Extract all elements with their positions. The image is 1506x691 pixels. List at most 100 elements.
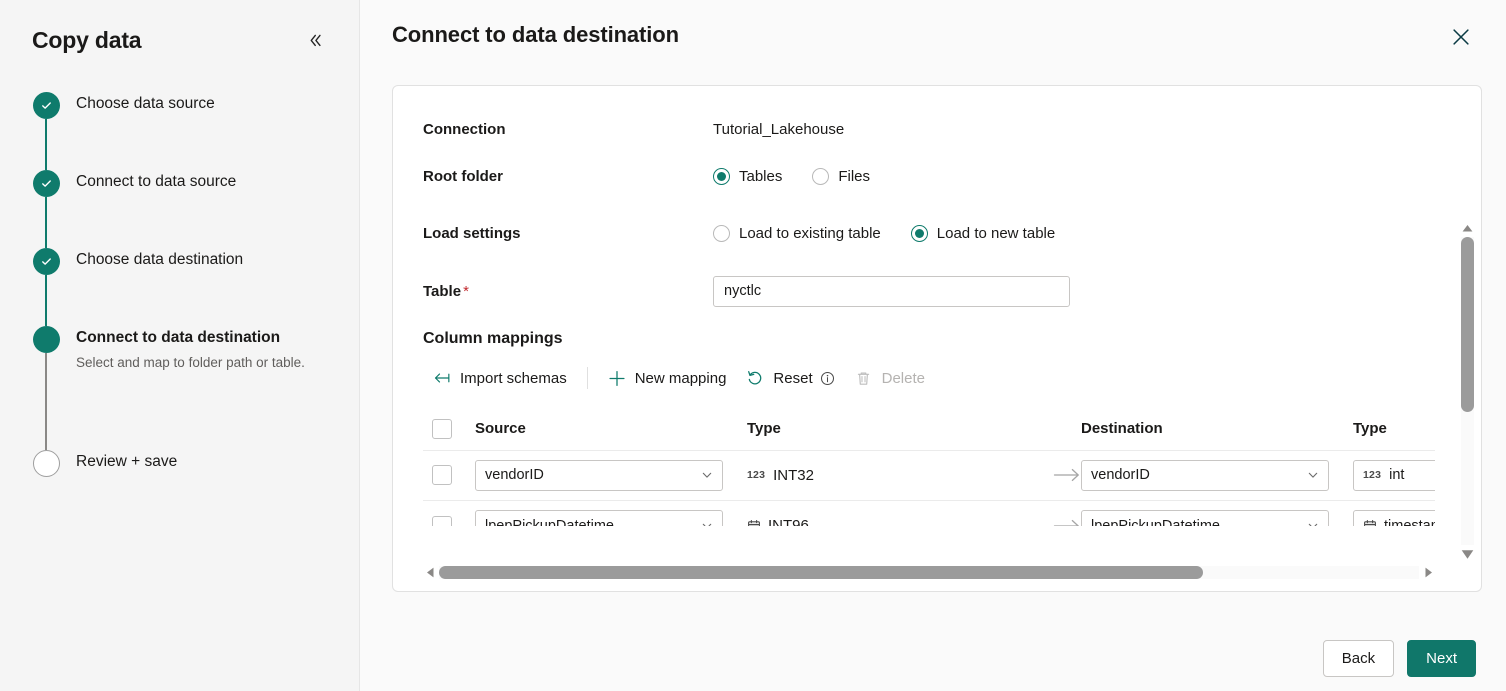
column-header-source-type: Type xyxy=(747,408,1081,450)
row-source-type-cell: 123 INT32 xyxy=(747,450,1081,500)
load-settings-row: Load settings Load to existing table Loa… xyxy=(423,202,1481,264)
chevron-down-icon xyxy=(1307,469,1319,481)
radio-label: Tables xyxy=(739,168,782,185)
calendar-icon xyxy=(1363,519,1377,526)
radio-indicator xyxy=(812,168,829,185)
root-folder-radio-group: Tables Files xyxy=(713,168,870,185)
load-settings-radio-group: Load to existing table Load to new table xyxy=(713,225,1055,242)
scroll-left-arrow-icon[interactable] xyxy=(423,564,437,581)
destination-settings-panel: Connection Tutorial_Lakehouse Root folde… xyxy=(392,85,1482,592)
sidebar-step-connect-to-data-destination[interactable]: Connect to data destination Select and m… xyxy=(32,326,359,450)
step-label: Review + save xyxy=(76,452,177,471)
vertical-scrollbar[interactable] xyxy=(1460,221,1475,561)
step-marker xyxy=(32,450,60,477)
table-name-label-text: Table xyxy=(423,283,461,300)
step-marker xyxy=(32,248,60,275)
table-name-row: Table* xyxy=(423,264,1481,318)
trash-icon xyxy=(855,369,873,387)
radio-indicator xyxy=(713,168,730,185)
source-type-value: INT96 xyxy=(768,517,809,526)
source-column-value: lpepPickupDatetime xyxy=(485,518,614,526)
step-check-icon xyxy=(33,92,60,119)
back-button[interactable]: Back xyxy=(1323,640,1394,677)
step-connector xyxy=(45,119,47,170)
horizontal-scroll-track[interactable] xyxy=(439,566,1419,579)
main-header: Connect to data destination xyxy=(360,0,1506,54)
radio-indicator xyxy=(911,225,928,242)
step-check-icon xyxy=(33,170,60,197)
destination-type-value: timestamp xyxy=(1384,518,1435,526)
radio-load-to-new-table[interactable]: Load to new table xyxy=(911,225,1055,242)
numeric-type-icon: 123 xyxy=(747,469,765,481)
column-header-destination: Destination xyxy=(1081,408,1353,450)
import-schemas-label: Import schemas xyxy=(460,370,567,387)
close-icon[interactable] xyxy=(1444,20,1478,54)
step-body: Review + save xyxy=(76,450,177,471)
destination-type-select[interactable]: 123 int xyxy=(1353,460,1435,491)
column-header-source: Source xyxy=(475,408,747,450)
source-column-select[interactable]: lpepPickupDatetime xyxy=(475,510,723,526)
reset-button[interactable]: Reset xyxy=(736,363,844,393)
step-pending-indicator xyxy=(33,450,60,477)
row-destination-type-cell: 123 int xyxy=(1353,450,1435,500)
step-description: Select and map to folder path or table. xyxy=(76,353,305,373)
vertical-scroll-track[interactable] xyxy=(1461,237,1474,545)
radio-label: Files xyxy=(838,168,870,185)
row-checkbox[interactable] xyxy=(432,465,452,485)
reset-icon xyxy=(746,369,764,387)
sidebar-step-choose-data-source[interactable]: Choose data source xyxy=(32,92,359,170)
row-source-cell: lpepPickupDatetime xyxy=(475,501,747,526)
connection-label: Connection xyxy=(423,121,713,138)
sidebar-header: Copy data xyxy=(0,0,359,54)
select-all-checkbox[interactable] xyxy=(432,419,452,439)
wizard-steps: Choose data source Connect to data sourc… xyxy=(0,92,359,490)
scroll-right-arrow-icon[interactable] xyxy=(1421,564,1435,581)
column-header-destination-type: Type xyxy=(1353,408,1435,450)
table-name-input[interactable] xyxy=(713,276,1070,307)
step-label: Connect to data destination xyxy=(76,328,305,347)
load-settings-label: Load settings xyxy=(423,225,713,242)
numeric-type-icon: 123 xyxy=(1363,469,1381,481)
wizard-sidebar: Copy data xyxy=(0,0,360,691)
info-icon[interactable] xyxy=(820,371,835,386)
destination-column-select[interactable]: vendorID xyxy=(1081,460,1329,491)
chevron-double-left-icon[interactable] xyxy=(301,26,329,54)
step-current-indicator xyxy=(33,326,60,353)
chevron-down-icon xyxy=(701,469,713,481)
scroll-up-arrow-icon[interactable] xyxy=(1460,221,1475,235)
horizontal-scrollbar[interactable] xyxy=(423,564,1435,581)
row-select-cell xyxy=(423,450,475,500)
import-schemas-button[interactable]: Import schemas xyxy=(423,363,577,393)
row-checkbox[interactable] xyxy=(432,516,452,526)
source-column-value: vendorID xyxy=(485,467,544,483)
new-mapping-label: New mapping xyxy=(635,370,727,387)
destination-column-value: vendorID xyxy=(1091,467,1150,483)
vertical-scroll-thumb[interactable] xyxy=(1461,237,1474,412)
page-title: Connect to data destination xyxy=(392,20,679,48)
radio-label: Load to existing table xyxy=(739,225,881,242)
table-row: lpepPickupDatetime xyxy=(423,501,1435,526)
scroll-down-arrow-icon[interactable] xyxy=(1460,547,1475,561)
source-column-select[interactable]: vendorID xyxy=(475,460,723,491)
root-folder-label: Root folder xyxy=(423,168,713,185)
new-mapping-button[interactable]: New mapping xyxy=(598,363,737,393)
next-button[interactable]: Next xyxy=(1407,640,1476,677)
destination-column-select[interactable]: lpepPickupDatetime xyxy=(1081,510,1329,526)
radio-tables[interactable]: Tables xyxy=(713,168,782,185)
radio-files[interactable]: Files xyxy=(812,168,870,185)
select-all-header xyxy=(423,408,475,450)
sidebar-step-choose-data-destination[interactable]: Choose data destination xyxy=(32,248,359,326)
connection-row: Connection Tutorial_Lakehouse xyxy=(423,108,1481,150)
column-mappings-table: Source Type Destination Type xyxy=(423,408,1435,526)
source-type: 123 INT32 xyxy=(747,467,1081,484)
panel-inner: Connection Tutorial_Lakehouse Root folde… xyxy=(393,86,1481,591)
step-label: Choose data source xyxy=(76,94,215,113)
sidebar-step-review-save[interactable]: Review + save xyxy=(32,450,359,490)
radio-load-to-existing-table[interactable]: Load to existing table xyxy=(713,225,881,242)
radio-label: Load to new table xyxy=(937,225,1055,242)
sidebar-step-connect-to-data-source[interactable]: Connect to data source xyxy=(32,170,359,248)
table-row: vendorID xyxy=(423,450,1435,500)
root-folder-row: Root folder Tables Files xyxy=(423,150,1481,202)
horizontal-scroll-thumb[interactable] xyxy=(439,566,1203,579)
destination-type-select[interactable]: timestamp xyxy=(1353,510,1435,526)
